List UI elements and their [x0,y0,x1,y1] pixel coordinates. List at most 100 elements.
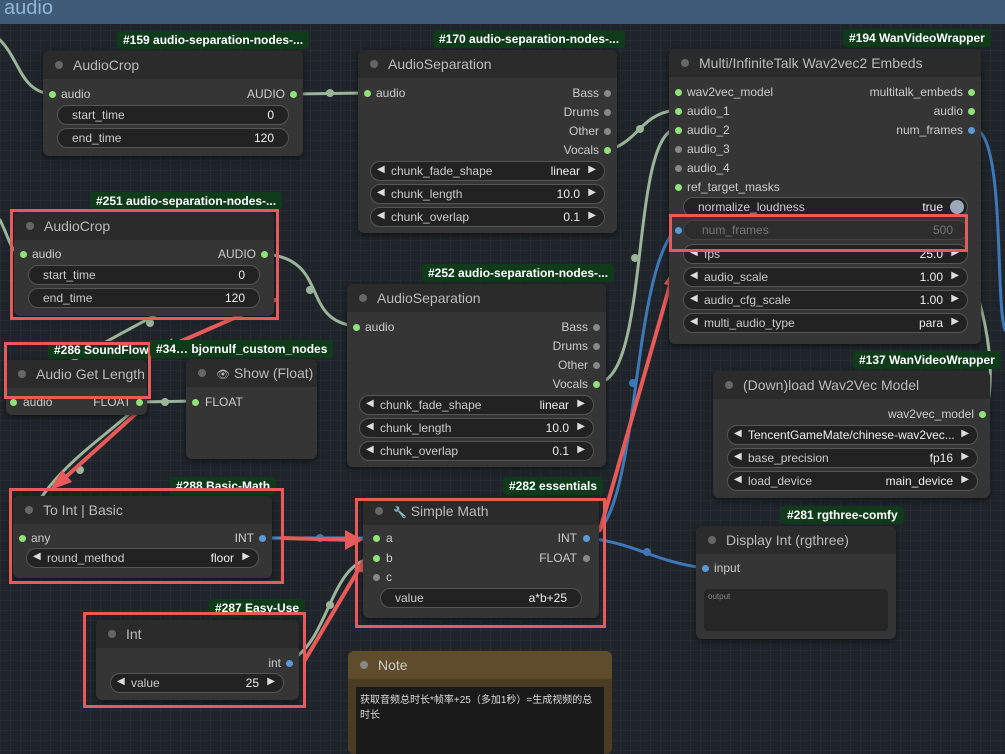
widget-label: audio_scale [704,270,769,284]
left-arrow-icon[interactable]: ◀ [690,316,698,327]
collapse-dot-icon[interactable] [708,536,716,544]
input-socket-icon[interactable] [675,89,682,96]
output-socket-icon[interactable] [604,128,611,135]
multi-audio-type-widget[interactable]: ◀ multi_audio_type para ▶ [683,313,968,333]
collapse-dot-icon[interactable] [360,661,368,669]
output-socket-icon[interactable] [979,411,986,418]
left-arrow-icon[interactable]: ◀ [690,270,698,281]
output-socket-icon[interactable] [604,90,611,97]
node-252-header[interactable]: AudioSeparation [347,284,606,312]
collapse-dot-icon[interactable] [681,59,689,67]
left-arrow-icon[interactable]: ◀ [734,428,742,439]
left-arrow-icon[interactable]: ◀ [377,187,385,198]
right-arrow-icon[interactable]: ▶ [951,270,959,281]
node-194-header[interactable]: Multi/InfiniteTalk Wav2vec2 Embeds [669,49,981,77]
output-socket-icon[interactable] [968,89,975,96]
right-arrow-icon[interactable]: ▶ [577,421,585,432]
output-textarea[interactable]: output [704,589,888,631]
node-137-load-wav2vec[interactable]: (Down)load Wav2Vec Model wav2vec_model ◀… [713,371,990,498]
input-socket-icon[interactable] [702,565,709,572]
output-socket-icon[interactable] [593,343,600,350]
load-device-widget[interactable]: ◀ load_device main_device ▶ [727,471,978,491]
chunk-fade-shape-widget[interactable]: ◀ chunk_fade_shape linear ▶ [359,395,594,415]
output-socket-icon[interactable] [604,147,611,154]
right-arrow-icon[interactable]: ▶ [588,187,596,198]
node-159-audiocrop[interactable]: AudioCrop audio AUDIO start_time 0 end_ti… [43,51,303,156]
note-node[interactable]: Note 获取音频总时长*帧率+25（多加1秒）=生成视频的总时长 [348,651,612,754]
node-170-audioseparation[interactable]: AudioSeparation audio Bass Drums Other V… [358,50,617,233]
right-arrow-icon[interactable]: ▶ [577,398,585,409]
toggle-knob-icon[interactable] [950,200,964,214]
widget-value: linear [550,164,580,178]
input-audio1-label: audio_1 [687,104,730,118]
chunk-fade-shape-widget[interactable]: ◀ chunk_fade_shape linear ▶ [370,161,605,181]
chunk-overlap-widget[interactable]: ◀ chunk_overlap 0.1 ▶ [359,441,594,461]
right-arrow-icon[interactable]: ▶ [951,316,959,327]
node-281-display-int[interactable]: Display Int (rgthree) input output [696,526,896,639]
right-arrow-icon[interactable]: ▶ [588,164,596,175]
end-time-widget[interactable]: end_time 120 [57,128,289,148]
node-281-header[interactable]: Display Int (rgthree) [696,526,896,554]
chunk-overlap-widget[interactable]: ◀ chunk_overlap 0.1 ▶ [370,207,605,227]
note-header[interactable]: Note [348,651,612,679]
node-show-header[interactable]: 👁 Show (Float) [186,359,317,387]
node-137-header[interactable]: (Down)load Wav2Vec Model [713,371,990,399]
chunk-length-widget[interactable]: ◀ chunk_length 10.0 ▶ [359,418,594,438]
start-time-widget[interactable]: start_time 0 [57,105,289,125]
model-name-widget[interactable]: ◀ TencentGameMate/chinese-wav2vec... ▶ [727,425,978,445]
input-socket-icon[interactable] [675,127,682,134]
output-socket-icon[interactable] [968,108,975,115]
left-arrow-icon[interactable]: ◀ [377,210,385,221]
node-show-title: Show (Float) [233,365,314,381]
node-show-float[interactable]: 👁 Show (Float) FLOAT [186,359,317,459]
output-socket-icon[interactable] [290,91,297,98]
right-arrow-icon[interactable]: ▶ [961,451,969,462]
chunk-length-widget[interactable]: ◀ chunk_length 10.0 ▶ [370,184,605,204]
output-socket-icon[interactable] [136,399,143,406]
collapse-dot-icon[interactable] [55,61,63,69]
right-arrow-icon[interactable]: ▶ [577,444,585,455]
node-194-wav2vec2-embeds[interactable]: Multi/InfiniteTalk Wav2vec2 Embeds wav2v… [669,49,981,344]
node-159-title: AudioCrop [73,57,140,73]
input-socket-icon[interactable] [675,165,682,172]
input-socket-icon[interactable] [364,90,371,97]
left-arrow-icon[interactable]: ◀ [734,451,742,462]
collapse-dot-icon[interactable] [725,381,733,389]
input-socket-icon[interactable] [10,399,17,406]
audio-scale-widget[interactable]: ◀ audio_scale 1.00 ▶ [683,267,968,287]
input-socket-icon[interactable] [675,184,682,191]
note-text[interactable]: 获取音频总时长*帧率+25（多加1秒）=生成视频的总时长 [356,687,604,754]
base-precision-widget[interactable]: ◀ base_precision fp16 ▶ [727,448,978,468]
right-arrow-icon[interactable]: ▶ [961,474,969,485]
collapse-dot-icon[interactable] [370,60,378,68]
left-arrow-icon[interactable]: ◀ [366,398,374,409]
node-252-audioseparation[interactable]: AudioSeparation audio Bass Drums Other V… [347,284,606,467]
right-arrow-icon[interactable]: ▶ [961,428,969,439]
node-170-header[interactable]: AudioSeparation [358,50,617,78]
node-137-title: (Down)load Wav2Vec Model [743,377,920,393]
input-socket-icon[interactable] [675,108,682,115]
left-arrow-icon[interactable]: ◀ [366,421,374,432]
audio-cfg-scale-widget[interactable]: ◀ audio_cfg_scale 1.00 ▶ [683,290,968,310]
left-arrow-icon[interactable]: ◀ [366,444,374,455]
right-arrow-icon[interactable]: ▶ [588,210,596,221]
node-show-badge: #34… bjornulf_custom_nodes [150,340,334,358]
left-arrow-icon[interactable]: ◀ [690,293,698,304]
collapse-dot-icon[interactable] [198,369,206,377]
input-socket-icon[interactable] [675,146,682,153]
output-socket-icon[interactable] [968,127,975,134]
input-label: input [714,561,741,575]
left-arrow-icon[interactable]: ◀ [377,164,385,175]
output-vocals-label: Vocals [552,377,588,391]
input-socket-icon[interactable] [353,324,360,331]
output-socket-icon[interactable] [604,109,611,116]
output-socket-icon[interactable] [593,324,600,331]
input-socket-icon[interactable] [49,91,56,98]
right-arrow-icon[interactable]: ▶ [951,293,959,304]
output-socket-icon[interactable] [593,381,600,388]
output-socket-icon[interactable] [593,362,600,369]
left-arrow-icon[interactable]: ◀ [734,474,742,485]
node-159-header[interactable]: AudioCrop [43,51,303,79]
input-socket-icon[interactable] [192,399,199,406]
collapse-dot-icon[interactable] [359,294,367,302]
